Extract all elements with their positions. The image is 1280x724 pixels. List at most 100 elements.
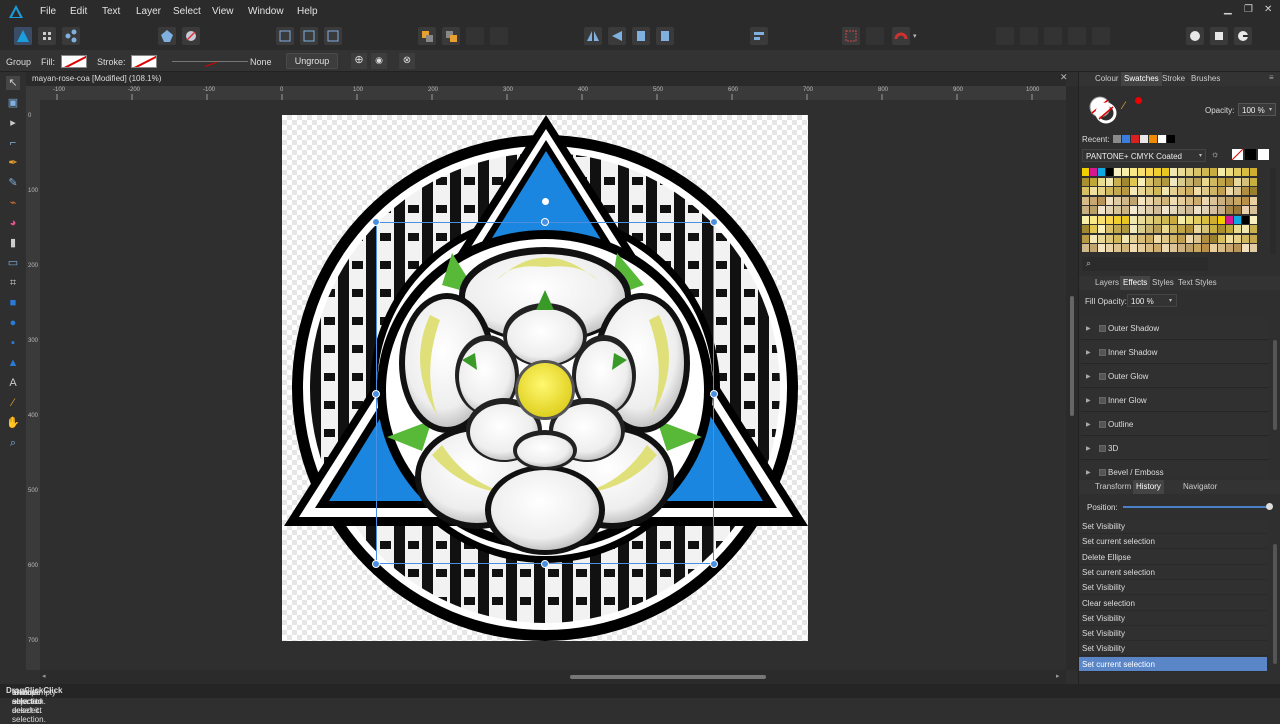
snapping-dropdown-icon[interactable]: ▾ bbox=[913, 32, 917, 40]
palette-swatch[interactable] bbox=[1234, 177, 1241, 186]
palette-swatch[interactable] bbox=[1226, 187, 1233, 195]
effect-3d[interactable]: ▶ 3D bbox=[1081, 438, 1268, 460]
tab-transform[interactable]: Transform bbox=[1095, 482, 1131, 491]
tab-history[interactable]: History bbox=[1133, 480, 1164, 494]
palette-menu-icon[interactable]: ☼ bbox=[1211, 149, 1219, 159]
move-tool-icon[interactable]: ↖ bbox=[6, 76, 20, 90]
palette-swatch[interactable] bbox=[1194, 244, 1201, 252]
palette-swatch[interactable] bbox=[1218, 244, 1225, 252]
palette-swatch[interactable] bbox=[1082, 168, 1089, 176]
palette-swatch[interactable] bbox=[1138, 244, 1145, 252]
effect-checkbox[interactable] bbox=[1099, 325, 1106, 332]
palette-swatch[interactable] bbox=[1178, 215, 1185, 224]
palette-swatch[interactable] bbox=[1186, 168, 1193, 176]
effect-checkbox[interactable] bbox=[1099, 469, 1106, 476]
palette-swatch[interactable] bbox=[1242, 244, 1249, 252]
tab-effects[interactable]: Effects bbox=[1120, 276, 1151, 290]
menu-edit[interactable]: Edit bbox=[70, 6, 87, 17]
white-swatch[interactable] bbox=[1258, 149, 1269, 160]
selection-handle[interactable] bbox=[372, 218, 380, 226]
effect-checkbox[interactable] bbox=[1099, 421, 1106, 428]
palette-swatch[interactable] bbox=[1186, 234, 1193, 243]
fill-stroke-selector[interactable] bbox=[1089, 96, 1117, 124]
recent-swatch[interactable] bbox=[1149, 135, 1157, 143]
palette-swatch[interactable] bbox=[1162, 206, 1169, 214]
palette-swatch[interactable] bbox=[1106, 196, 1113, 205]
palette-swatch[interactable] bbox=[1202, 206, 1209, 214]
force-pixel-icon[interactable] bbox=[182, 27, 200, 45]
palette-swatch[interactable] bbox=[1138, 234, 1145, 243]
palette-swatch[interactable] bbox=[1090, 168, 1097, 176]
effect-inner-glow[interactable]: ▶ Inner Glow bbox=[1081, 390, 1268, 412]
palette-swatch[interactable] bbox=[1218, 196, 1225, 205]
tab-styles[interactable]: Styles bbox=[1152, 278, 1174, 287]
palette-swatch[interactable] bbox=[1170, 168, 1177, 176]
palette-swatch[interactable] bbox=[1234, 225, 1241, 233]
palette-swatch[interactable] bbox=[1226, 168, 1233, 176]
palette-swatch[interactable] bbox=[1234, 215, 1241, 224]
palette-swatch[interactable] bbox=[1090, 244, 1097, 252]
palette-swatch[interactable] bbox=[1242, 177, 1249, 186]
tab-swatches[interactable]: Swatches bbox=[1121, 72, 1162, 86]
palette-swatch[interactable] bbox=[1226, 225, 1233, 233]
boolean-intersect-icon[interactable] bbox=[1044, 27, 1062, 45]
palette-swatch[interactable] bbox=[1210, 234, 1217, 243]
palette-swatch[interactable] bbox=[1090, 177, 1097, 186]
palette-swatch[interactable] bbox=[1082, 244, 1089, 252]
palette-swatch[interactable] bbox=[1090, 215, 1097, 224]
palette-swatch[interactable] bbox=[1210, 206, 1217, 214]
palette-swatch[interactable] bbox=[1210, 196, 1217, 205]
close-document-icon[interactable]: ✕ bbox=[1060, 72, 1068, 83]
history-slider-handle[interactable] bbox=[1266, 503, 1273, 510]
tab-layers[interactable]: Layers bbox=[1095, 278, 1119, 287]
effect-checkbox[interactable] bbox=[1099, 445, 1106, 452]
palette-swatch[interactable] bbox=[1178, 225, 1185, 233]
snapping-icon[interactable] bbox=[158, 27, 176, 45]
palette-swatch[interactable] bbox=[1194, 234, 1201, 243]
palette-swatch[interactable] bbox=[1082, 215, 1089, 224]
palette-swatch[interactable] bbox=[1106, 234, 1113, 243]
palette-swatch[interactable] bbox=[1210, 215, 1217, 224]
palette-swatch[interactable] bbox=[1122, 225, 1129, 233]
history-entry[interactable]: Set Visibility bbox=[1079, 641, 1267, 656]
palette-swatch[interactable] bbox=[1122, 234, 1129, 243]
effect-checkbox[interactable] bbox=[1099, 397, 1106, 404]
palette-swatch[interactable] bbox=[1186, 206, 1193, 214]
help-icon[interactable] bbox=[1234, 27, 1252, 45]
palette-swatch[interactable] bbox=[1226, 196, 1233, 205]
palette-swatch[interactable] bbox=[1162, 225, 1169, 233]
rectangle-tool-icon[interactable]: ■ bbox=[6, 296, 20, 310]
history-scrollbar-thumb[interactable] bbox=[1273, 544, 1277, 664]
artboard-tool-icon[interactable]: ▣ bbox=[6, 96, 20, 110]
palette-swatch[interactable] bbox=[1098, 234, 1105, 243]
palette-swatch[interactable] bbox=[1170, 244, 1177, 252]
align-right-icon[interactable] bbox=[324, 27, 342, 45]
palette-swatch[interactable] bbox=[1130, 177, 1137, 186]
palette-swatch[interactable] bbox=[1098, 206, 1105, 214]
show-hide-icon[interactable]: ◉ bbox=[371, 53, 387, 69]
history-entry[interactable]: Set Visibility bbox=[1079, 519, 1267, 534]
palette-swatch[interactable] bbox=[1138, 196, 1145, 205]
menu-window[interactable]: Window bbox=[248, 6, 284, 17]
palette-swatch[interactable] bbox=[1162, 196, 1169, 205]
palette-swatch[interactable] bbox=[1114, 244, 1121, 252]
tab-colour[interactable]: Colour bbox=[1095, 74, 1119, 83]
palette-swatch[interactable] bbox=[1178, 244, 1185, 252]
palette-swatch[interactable] bbox=[1250, 168, 1257, 176]
flip-vertical-icon[interactable] bbox=[608, 27, 626, 45]
palette-swatch[interactable] bbox=[1218, 225, 1225, 233]
effect-checkbox[interactable] bbox=[1099, 373, 1106, 380]
palette-swatch[interactable] bbox=[1114, 177, 1121, 186]
pencil-tool-icon[interactable]: ✎ bbox=[6, 176, 20, 190]
palette-swatch[interactable] bbox=[1154, 206, 1161, 214]
palette-swatch[interactable] bbox=[1250, 206, 1257, 214]
palette-swatch[interactable] bbox=[1194, 196, 1201, 205]
palette-swatch[interactable] bbox=[1218, 215, 1225, 224]
arrange-back-icon[interactable] bbox=[418, 27, 436, 45]
palette-swatch[interactable] bbox=[1226, 244, 1233, 252]
palette-swatch[interactable] bbox=[1178, 187, 1185, 195]
palette-swatch[interactable] bbox=[1154, 168, 1161, 176]
recent-swatch[interactable] bbox=[1113, 135, 1121, 143]
text-tool-icon[interactable]: A bbox=[6, 376, 20, 390]
align-left-icon[interactable] bbox=[276, 27, 294, 45]
